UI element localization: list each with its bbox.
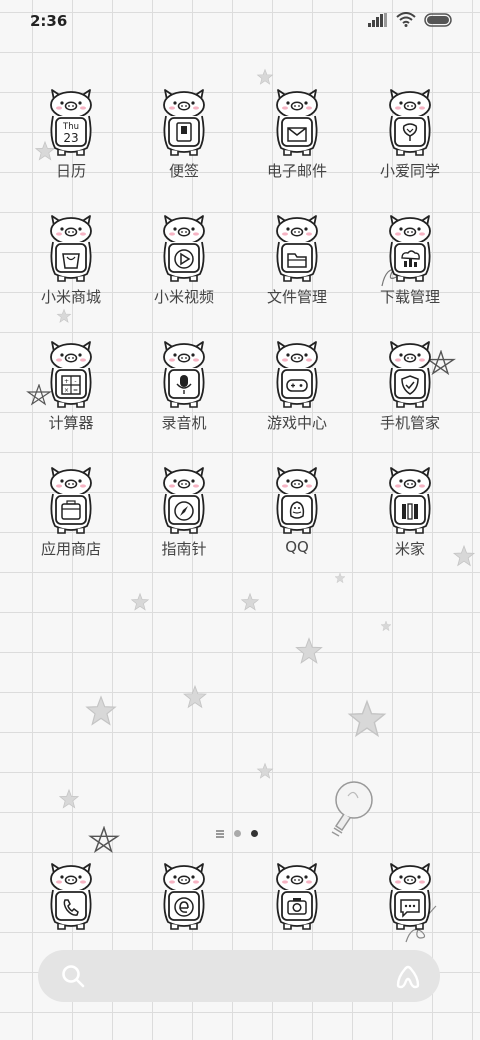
mi-store-icon[interactable] bbox=[26, 214, 116, 284]
app-label: 计算器 bbox=[48, 414, 94, 432]
app-label: 下载管理 bbox=[379, 288, 440, 306]
compass-icon[interactable] bbox=[139, 466, 229, 536]
recorder-icon[interactable] bbox=[139, 340, 229, 410]
page-dot[interactable] bbox=[234, 830, 241, 837]
app-mi-home[interactable]: 米家 bbox=[365, 466, 455, 576]
status-bar: 2:36 bbox=[0, 0, 480, 40]
status-icons bbox=[368, 12, 454, 31]
app-file-manager[interactable]: 文件管理 bbox=[252, 214, 342, 324]
dock-app-camera[interactable] bbox=[267, 862, 327, 932]
qq-icon[interactable] bbox=[252, 466, 342, 536]
status-time: 2:36 bbox=[30, 12, 68, 30]
camera-icon[interactable] bbox=[267, 917, 327, 936]
app-qq[interactable]: QQ bbox=[252, 466, 342, 576]
lightbulb-decoration-icon bbox=[331, 781, 373, 837]
star-decoration-icon bbox=[256, 762, 274, 780]
app-label: 小米商城 bbox=[40, 288, 101, 306]
app-mi-video[interactable]: 小米视频 bbox=[139, 214, 229, 324]
app-downloads[interactable]: 下载管理 bbox=[365, 214, 455, 324]
notes-icon[interactable] bbox=[139, 88, 229, 158]
game-center-icon[interactable] bbox=[252, 340, 342, 410]
app-calculator[interactable]: + - × = 计算器 bbox=[26, 340, 116, 450]
app-email[interactable]: 电子邮件 bbox=[252, 88, 342, 198]
star-decoration-icon bbox=[346, 698, 388, 740]
search-icon[interactable] bbox=[60, 963, 86, 993]
star-decoration-icon bbox=[130, 592, 150, 612]
signal-icon bbox=[368, 12, 388, 31]
star-decoration-icon bbox=[182, 684, 208, 710]
app-label: 日历 bbox=[55, 162, 86, 180]
assistant-icon[interactable] bbox=[394, 963, 422, 993]
star-decoration-icon bbox=[58, 788, 80, 810]
dock-app-messages[interactable] bbox=[380, 862, 440, 932]
security-icon[interactable] bbox=[365, 340, 455, 410]
app-label: 便签 bbox=[168, 162, 199, 180]
dock-app-phone[interactable] bbox=[41, 862, 101, 932]
star-decoration-icon bbox=[380, 620, 392, 632]
star-decoration-icon bbox=[256, 68, 274, 86]
app-recorder[interactable]: 录音机 bbox=[139, 340, 229, 450]
battery-icon bbox=[424, 12, 454, 31]
app-label: 手机管家 bbox=[379, 414, 440, 432]
app-label: 小爱同学 bbox=[379, 162, 440, 180]
svg-text:×: × bbox=[64, 387, 69, 394]
app-label: 游戏中心 bbox=[266, 414, 327, 432]
app-calendar[interactable]: Thu 23 日历 bbox=[26, 88, 116, 198]
app-app-store[interactable]: 应用商店 bbox=[26, 466, 116, 576]
star-decoration-icon bbox=[452, 544, 476, 568]
email-icon[interactable] bbox=[252, 88, 342, 158]
app-compass[interactable]: 指南针 bbox=[139, 466, 229, 576]
wifi-icon bbox=[396, 12, 416, 31]
svg-text:+: + bbox=[64, 378, 69, 385]
outline-star-decoration-icon bbox=[88, 826, 120, 853]
app-label: 小米视频 bbox=[153, 288, 214, 306]
app-notes[interactable]: 便签 bbox=[139, 88, 229, 198]
app-label: 录音机 bbox=[161, 414, 207, 432]
downloads-icon[interactable] bbox=[365, 214, 455, 284]
app-label: 电子邮件 bbox=[266, 162, 327, 180]
app-label: 指南针 bbox=[161, 540, 207, 558]
app-security[interactable]: 手机管家 bbox=[365, 340, 455, 450]
star-decoration-icon bbox=[84, 694, 118, 728]
phone-icon[interactable] bbox=[41, 917, 101, 936]
page-dot-active[interactable] bbox=[251, 830, 258, 837]
svg-text:-: - bbox=[74, 378, 76, 385]
mi-home-icon[interactable] bbox=[365, 466, 455, 536]
app-game-center[interactable]: 游戏中心 bbox=[252, 340, 342, 450]
svg-text:=: = bbox=[73, 387, 78, 394]
xiaoai-icon[interactable] bbox=[365, 88, 455, 158]
app-label: 米家 bbox=[394, 540, 425, 558]
app-label: 文件管理 bbox=[266, 288, 327, 306]
page-indicator-lines-icon[interactable] bbox=[216, 830, 224, 838]
file-manager-icon[interactable] bbox=[252, 214, 342, 284]
page-indicator bbox=[216, 830, 258, 838]
calendar-icon[interactable]: Thu 23 bbox=[26, 88, 116, 158]
app-label: 应用商店 bbox=[40, 540, 101, 558]
browser-icon[interactable] bbox=[154, 917, 214, 936]
star-decoration-icon bbox=[294, 636, 324, 666]
search-bar[interactable] bbox=[38, 950, 440, 1002]
app-label: QQ bbox=[285, 538, 309, 556]
messages-icon[interactable] bbox=[380, 917, 440, 936]
calculator-icon[interactable]: + - × = bbox=[26, 340, 116, 410]
star-decoration-icon bbox=[240, 592, 260, 612]
app-xiaoai[interactable]: 小爱同学 bbox=[365, 88, 455, 198]
app-mi-store[interactable]: 小米商城 bbox=[26, 214, 116, 324]
svg-text:23: 23 bbox=[63, 131, 78, 145]
dock-app-browser[interactable] bbox=[154, 862, 214, 932]
app-store-icon[interactable] bbox=[26, 466, 116, 536]
mi-video-icon[interactable] bbox=[139, 214, 229, 284]
